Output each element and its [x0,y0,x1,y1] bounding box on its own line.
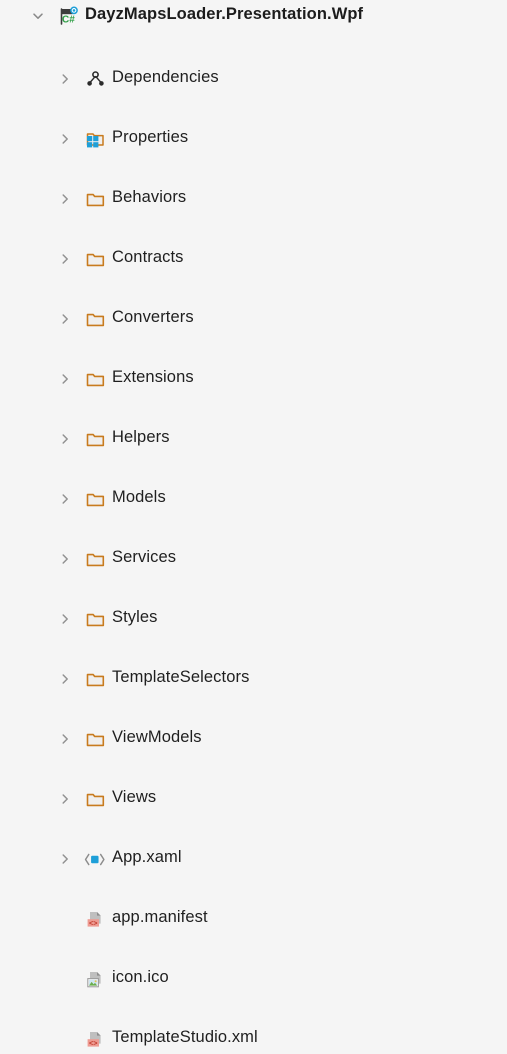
tree-item-label: Helpers [112,428,170,446]
chevron-right-icon[interactable] [57,491,73,507]
chevron-down-icon[interactable] [30,8,46,24]
tree-item-label: Models [112,488,166,506]
tree-item-label: Services [112,548,177,566]
tree-item-views[interactable]: Views [0,784,507,814]
tree-item-services[interactable]: Services [0,544,507,574]
tree-item-models[interactable]: Models [0,484,507,514]
tree-item-label: icon.ico [112,968,169,986]
tree-item-project-root[interactable]: C# DayzMapsLoader.Presentation.Wpf [0,0,507,32]
tree-item-label: ViewModels [112,728,202,746]
folder-icon [84,368,106,390]
tree-item-label: Properties [112,128,189,146]
folder-icon [84,308,106,330]
tree-item-app-xaml[interactable]: App.xaml [0,844,507,874]
tree-item-templatestudio-xml[interactable]: <> TemplateStudio.xml [0,1024,507,1054]
folder-icon [84,608,106,630]
tree-item-properties[interactable]: Properties [0,124,507,154]
folder-icon [84,668,106,690]
tree-item-contracts[interactable]: Contracts [0,244,507,274]
manifest-file-icon: <> [84,908,106,930]
chevron-right-icon[interactable] [57,611,73,627]
tree-item-templateselectors[interactable]: TemplateSelectors [0,664,507,694]
svg-text:C#: C# [62,14,75,25]
svg-text:<>: <> [89,918,97,927]
folder-icon [84,548,106,570]
folder-icon [84,248,106,270]
tree-item-label: Contracts [112,248,184,266]
xml-file-icon: <> [84,1028,106,1050]
tree-item-label: Extensions [112,368,194,386]
folder-icon [84,488,106,510]
tree-item-viewmodels[interactable]: ViewModels [0,724,507,754]
tree-item-label: Styles [112,608,158,626]
dependencies-icon [84,68,106,90]
chevron-right-icon[interactable] [57,311,73,327]
tree-item-icon-ico[interactable]: icon.ico [0,964,507,994]
tree-item-label: Dependencies [112,68,219,86]
tree-item-converters[interactable]: Converters [0,304,507,334]
tree-item-styles[interactable]: Styles [0,604,507,634]
chevron-right-icon[interactable] [57,371,73,387]
tree-item-label: app.manifest [112,908,208,926]
chevron-right-icon[interactable] [57,71,73,87]
tree-item-label: TemplateStudio.xml [112,1028,258,1046]
folder-icon [84,728,106,750]
svg-text:<>: <> [89,1038,97,1047]
chevron-right-icon[interactable] [57,671,73,687]
chevron-right-icon[interactable] [57,551,73,567]
tree-item-label: Behaviors [112,188,187,206]
tree-item-helpers[interactable]: Helpers [0,424,507,454]
xaml-file-icon [84,848,106,870]
folder-icon [84,188,106,210]
csharp-project-icon: C# [58,5,80,27]
chevron-right-icon[interactable] [57,131,73,147]
tree-item-dependencies[interactable]: Dependencies [0,64,507,94]
solution-explorer-tree: C# DayzMapsLoader.Presentation.Wpf Depen… [0,0,507,1047]
chevron-right-icon[interactable] [57,731,73,747]
tree-item-label: App.xaml [112,848,182,866]
tree-item-label: TemplateSelectors [112,668,250,686]
image-file-icon [84,968,106,990]
chevron-right-icon[interactable] [57,191,73,207]
tree-item-app-manifest[interactable]: <> app.manifest [0,904,507,934]
chevron-right-icon[interactable] [57,251,73,267]
project-name-label: DayzMapsLoader.Presentation.Wpf [85,5,364,23]
chevron-right-icon[interactable] [57,431,73,447]
properties-folder-icon [84,128,106,150]
tree-item-extensions[interactable]: Extensions [0,364,507,394]
chevron-right-icon[interactable] [57,791,73,807]
chevron-right-icon[interactable] [57,851,73,867]
tree-item-behaviors[interactable]: Behaviors [0,184,507,214]
folder-icon [84,428,106,450]
tree-item-label: Views [112,788,157,806]
folder-icon [84,788,106,810]
tree-item-label: Converters [112,308,194,326]
